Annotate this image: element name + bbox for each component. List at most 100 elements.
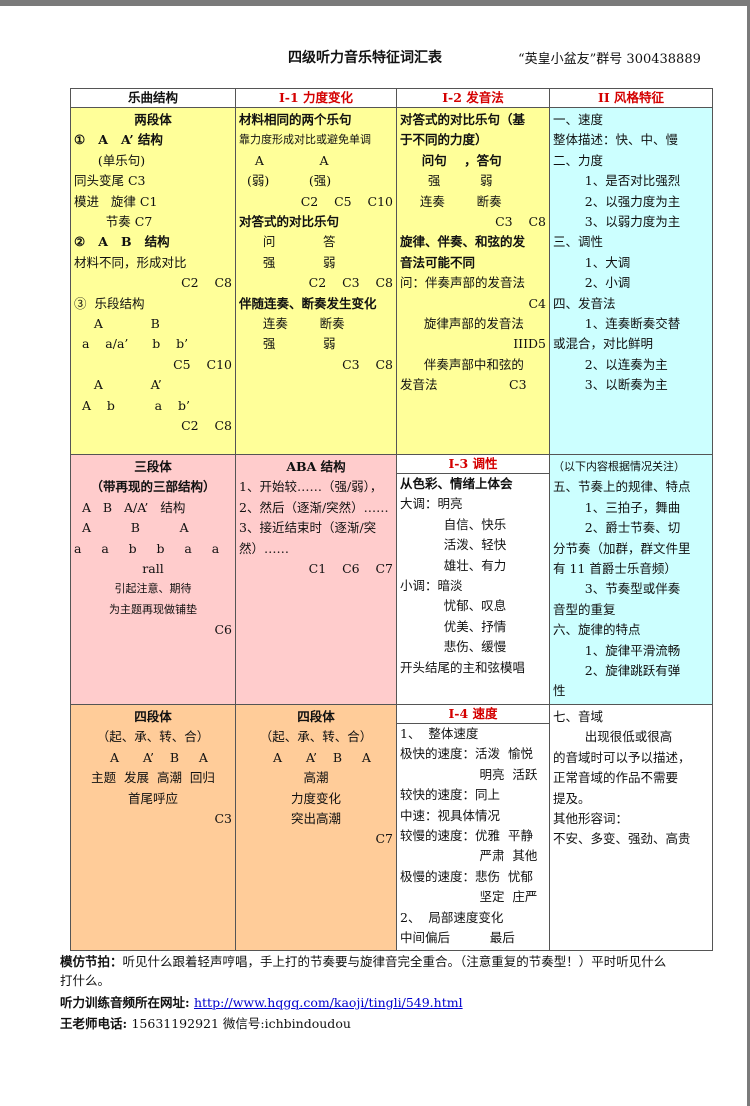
cell-line: 模进 旋律 C1 bbox=[74, 193, 158, 209]
cell-line: 自信、快乐 bbox=[400, 516, 507, 532]
cell-articulation-1: 对答式的对比乐句（基 于不同的力度） 问句 ，答句 强 弱 连奏 断奏 C3 C… bbox=[396, 107, 550, 455]
cell-line: 2、以连奏为主 bbox=[553, 356, 668, 372]
cell-line: 连奏 断奏 bbox=[400, 193, 502, 209]
header-dynamics: I-1 力度变化 bbox=[235, 88, 397, 108]
cell-line: 旋律、伴奏、和弦的发 bbox=[400, 234, 526, 250]
cell-line: 1、开始较……（强/弱）， bbox=[239, 479, 383, 495]
cell-line: 整体描述：快、中、慢 bbox=[553, 132, 679, 148]
cell-line: 有 11 首爵士乐音频） bbox=[553, 561, 677, 577]
cell-line: 1、三拍子，舞曲 bbox=[553, 499, 681, 515]
cell-line: C2 C3 C8 bbox=[308, 275, 393, 291]
cell-line: 3、节奏型或伴奏 bbox=[553, 581, 681, 597]
cell-line: C3 C8 bbox=[495, 214, 546, 230]
cell-line: ① A A’ 结构 bbox=[74, 132, 163, 148]
cell-line: C1 C6 C7 bbox=[308, 561, 393, 577]
cell-line: A B A/A’ 结构 bbox=[74, 499, 186, 515]
cell-dynamics-2: ABA 结构 1、开始较……（强/弱）， 2、然后（逐渐/突然）…… 3、接近结… bbox=[235, 454, 397, 705]
audio-url-link[interactable]: http://www.hqgq.com/kaoji/tingli/549.htm… bbox=[194, 995, 463, 1010]
cell-line: 节奏 C7 bbox=[74, 214, 153, 230]
cell-line: 优美、抒情 bbox=[400, 618, 507, 634]
cell-line: 2、旋律跳跃有弹 bbox=[553, 663, 681, 679]
cell-line: 对答式的对比乐句（基 bbox=[400, 112, 526, 127]
cell-line: 强 弱 bbox=[239, 336, 336, 352]
cell-line: 伴随连奏、断奏发生变化 bbox=[239, 295, 377, 311]
cell-line: 高潮 bbox=[303, 770, 329, 786]
cell-line: 3、接近结束时（逐渐/突 bbox=[239, 520, 377, 536]
cell-line: 1、大调 bbox=[553, 254, 631, 270]
row-ternary: 三段体 （带再现的三部结构） A B A/A’ 结构 A B A a a b b… bbox=[70, 454, 713, 705]
cell-line: （以下内容根据情况关注） bbox=[553, 460, 685, 473]
cell-line: 其他形容词： bbox=[553, 810, 629, 826]
cell-line: 强 弱 bbox=[400, 173, 493, 189]
cell-line: 1、 整体速度 bbox=[400, 725, 479, 741]
tonality-title: I-3 调性 bbox=[397, 455, 549, 474]
cell-line: 忧郁、叹息 bbox=[400, 598, 507, 614]
cell-line: A A’ B A bbox=[261, 749, 371, 765]
cell-line: 较慢的速度：优雅 平静 bbox=[400, 827, 533, 843]
cell-line: 问句 ，答句 bbox=[400, 152, 502, 168]
footer-contact: 王老师电话: 15631192921 微信号:ichbindoudou bbox=[60, 1014, 712, 1033]
cell-line: 或混合，对比鲜明 bbox=[553, 336, 654, 352]
cell-line: 首尾呼应 bbox=[127, 790, 178, 806]
page-title: 四级听力音乐特征词汇表 bbox=[288, 50, 442, 66]
cell-line: 较快的速度：同上 bbox=[400, 787, 501, 803]
cell-ternary-form: 三段体 （带再现的三部结构） A B A/A’ 结构 A B A a a b b… bbox=[70, 454, 236, 705]
cell-line: 材料不同，形成对比 bbox=[74, 254, 187, 270]
cell-line: C6 bbox=[214, 622, 232, 638]
group-number: “英皇小盆友”群号 300438889 bbox=[518, 52, 701, 67]
cell-line: 出现很低或很高 bbox=[553, 729, 673, 745]
cell-line: 提及。 bbox=[553, 790, 591, 806]
cell-line: 突出高潮 bbox=[290, 810, 341, 826]
cell-line: 2、 局部速度变化 bbox=[400, 909, 504, 925]
cell-line: 的音域时可以予以描述， bbox=[553, 749, 691, 765]
cell-line: 于不同的力度） bbox=[400, 132, 488, 148]
cell-tempo: I-4 速度 1、 整体速度 极快的速度：活泼 愉悦 明亮 活跃 较快的速度：同… bbox=[396, 703, 550, 951]
vocabulary-table: 乐曲结构 I-1 力度变化 I-2 发音法 II 风格特征 两段体 ① A A’… bbox=[70, 88, 713, 951]
cell-line: 坚定 庄严 bbox=[400, 889, 538, 905]
cell-line: 明亮 活跃 bbox=[400, 766, 538, 782]
cell-line: 四段体 bbox=[134, 708, 172, 724]
cell-line: 连奏 断奏 bbox=[239, 316, 345, 332]
cell-line: 靠力度形成对比或避免单调 bbox=[239, 133, 371, 147]
cell-line: （起、承、转、合） bbox=[96, 729, 210, 745]
cell-line: 不安、多变、强劲、高贵 bbox=[553, 831, 691, 847]
cell-line: 两段体 bbox=[134, 112, 172, 127]
cell-style-2: （以下内容根据情况关注） 五、节奏上的规律、特点 1、三拍子，舞曲 2、爵士节奏… bbox=[549, 454, 713, 705]
row-binary: 两段体 ① A A’ 结构 (单乐句) 同头变尾 C3 模进 旋律 C1 节奏 … bbox=[70, 107, 713, 455]
cell-line: 分节奏（加群，群文件里 bbox=[553, 540, 691, 556]
cell-line: 问：伴奏声部的发音法 bbox=[400, 275, 526, 291]
cell-line: 小调：暗淡 bbox=[400, 578, 463, 594]
cell-line: A A bbox=[239, 152, 329, 168]
cell-line: 一、速度 bbox=[553, 112, 604, 127]
cell-line: ABA 结构 bbox=[286, 459, 346, 474]
audio-label: 听力训练音频所在网址: bbox=[60, 995, 194, 1010]
tempo-body: 1、 整体速度 极快的速度：活泼 愉悦 明亮 活跃 较快的速度：同上 中速：视具… bbox=[398, 724, 549, 948]
cell-line: 大调：明亮 bbox=[400, 496, 463, 512]
cell-line: A B A bbox=[74, 520, 189, 536]
cell-line: 为主题再现做铺垫 bbox=[109, 602, 197, 616]
cell-line: 发音法 C3 bbox=[400, 377, 527, 393]
cell-line: 四、发音法 bbox=[553, 295, 616, 311]
cell-line: rall bbox=[142, 561, 164, 577]
cell-binary-form: 两段体 ① A A’ 结构 (单乐句) 同头变尾 C3 模进 旋律 C1 节奏 … bbox=[70, 107, 236, 455]
cell-line: 对答式的对比乐句 bbox=[239, 214, 340, 230]
cell-line: (弱) (强) bbox=[239, 173, 332, 189]
cell-line: 极慢的速度：悲伤 忧郁 bbox=[400, 868, 533, 884]
cell-line: 七、音域 bbox=[553, 708, 604, 724]
cell-line: C7 bbox=[375, 831, 393, 847]
cell-line: 问 答 bbox=[239, 234, 336, 250]
cell-line: a a/a’ b b’ bbox=[74, 336, 189, 352]
rhythm-label: 模仿节拍： bbox=[60, 954, 123, 969]
header-articulation: I-2 发音法 bbox=[396, 88, 550, 108]
cell-line: A A’ B A bbox=[98, 749, 208, 765]
cell-line: 伴奏声部中和弦的 bbox=[400, 356, 524, 372]
cell-line: 引起注意、期待 bbox=[114, 582, 192, 596]
cell-line: C4 bbox=[528, 295, 546, 311]
cell-line: 力度变化 bbox=[290, 790, 341, 806]
cell-line: 从色彩、情绪上体会 bbox=[400, 476, 513, 491]
cell-line: 强 弱 bbox=[239, 254, 336, 270]
cell-line: A A’ bbox=[74, 377, 162, 393]
cell-line: 悲伤、缓慢 bbox=[400, 639, 507, 655]
cell-line: 同头变尾 C3 bbox=[74, 173, 146, 189]
rhythm-text-cont: 打什么。 bbox=[60, 973, 111, 988]
